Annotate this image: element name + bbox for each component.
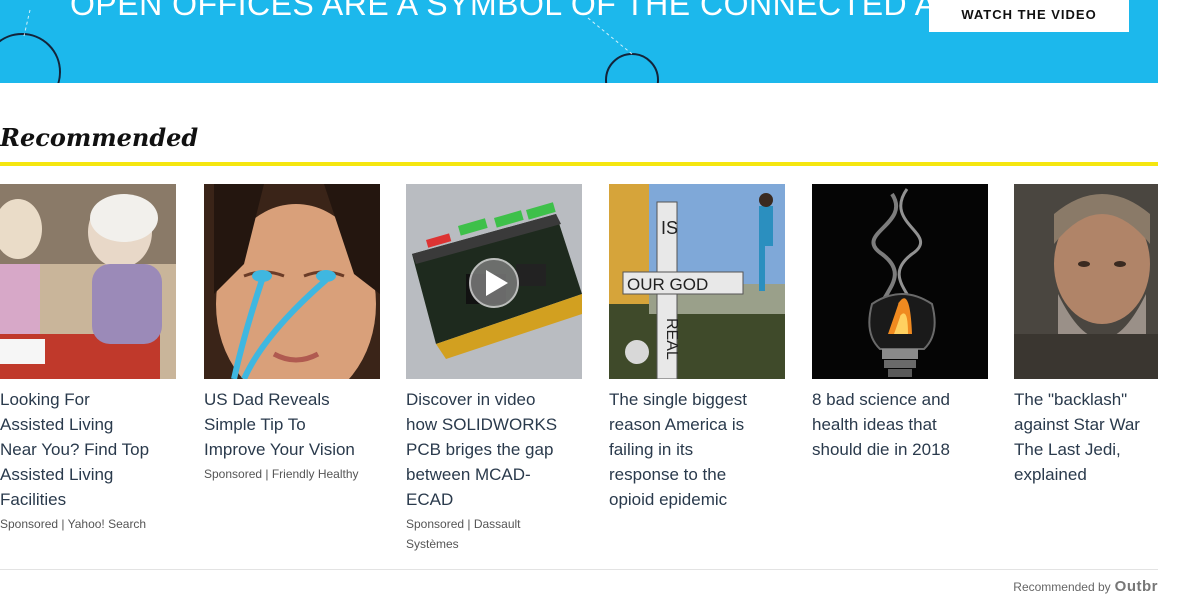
card-title[interactable]: Discover in video how SOLIDWORKS PCB bri… [406,387,582,512]
recommendation-card[interactable]: IS OUR GOD REAL The single biggest reaso… [609,184,785,512]
play-icon[interactable] [469,258,519,308]
card-thumbnail[interactable] [204,184,380,379]
smoking-lightbulb-photo [812,184,988,379]
svg-text:IS: IS [661,218,678,238]
section-rule [0,162,1158,166]
svg-text:OUR GOD: OUR GOD [627,275,708,294]
recommendation-card[interactable]: 8 bad science and health ideas that shou… [812,184,988,462]
recommendation-card[interactable]: Looking For Assisted Living Near You? Fi… [0,184,176,534]
video-promo-banner[interactable]: OPEN OFFICES ARE A SYMBOL OF THE CONNECT… [0,0,1158,83]
card-source[interactable]: Sponsored | Dassault Systèmes [406,514,582,554]
seniors-photo [0,184,176,379]
footer-divider [0,569,1158,570]
outbrain-credit[interactable]: Recommended by Outbr [1013,578,1158,595]
watch-video-button[interactable]: WATCH THE VIDEO [929,0,1129,32]
card-title[interactable]: The "backlash" against Star War The Last… [1014,387,1158,487]
memorial-cross-photo: IS OUR GOD REAL [609,184,785,379]
pcb-photo [406,184,582,379]
card-title[interactable]: The single biggest reason America is fai… [609,387,785,512]
card-thumbnail[interactable] [1014,184,1158,379]
card-thumbnail[interactable]: IS OUR GOD REAL [609,184,785,379]
recommendation-list: Looking For Assisted Living Near You? Fi… [0,184,1158,564]
card-thumbnail[interactable] [812,184,988,379]
card-source[interactable]: Sponsored | Friendly Healthy [204,464,380,484]
recommendation-card[interactable]: The "backlash" against Star War The Last… [1014,184,1158,487]
recommendation-card[interactable]: Discover in video how SOLIDWORKS PCB bri… [406,184,582,554]
recommendation-card[interactable]: US Dad Reveals Simple Tip To Improve You… [204,184,380,484]
credit-prefix: Recommended by [1013,579,1111,594]
card-thumbnail[interactable] [0,184,176,379]
card-source[interactable]: Sponsored | Yahoo! Search [0,514,176,534]
banner-headline: OPEN OFFICES ARE A SYMBOL OF THE CONNECT… [70,0,984,22]
card-title[interactable]: 8 bad science and health ideas that shou… [812,387,988,462]
last-jedi-photo [1014,184,1158,379]
card-title[interactable]: Looking For Assisted Living Near You? Fi… [0,387,176,512]
card-thumbnail[interactable] [406,184,582,379]
card-title[interactable]: US Dad Reveals Simple Tip To Improve You… [204,387,380,462]
svg-text:REAL: REAL [663,318,680,360]
eye-device-photo [204,184,380,379]
section-title: Recommended [0,123,199,152]
outbrain-logo[interactable]: Outbr [1115,578,1158,595]
